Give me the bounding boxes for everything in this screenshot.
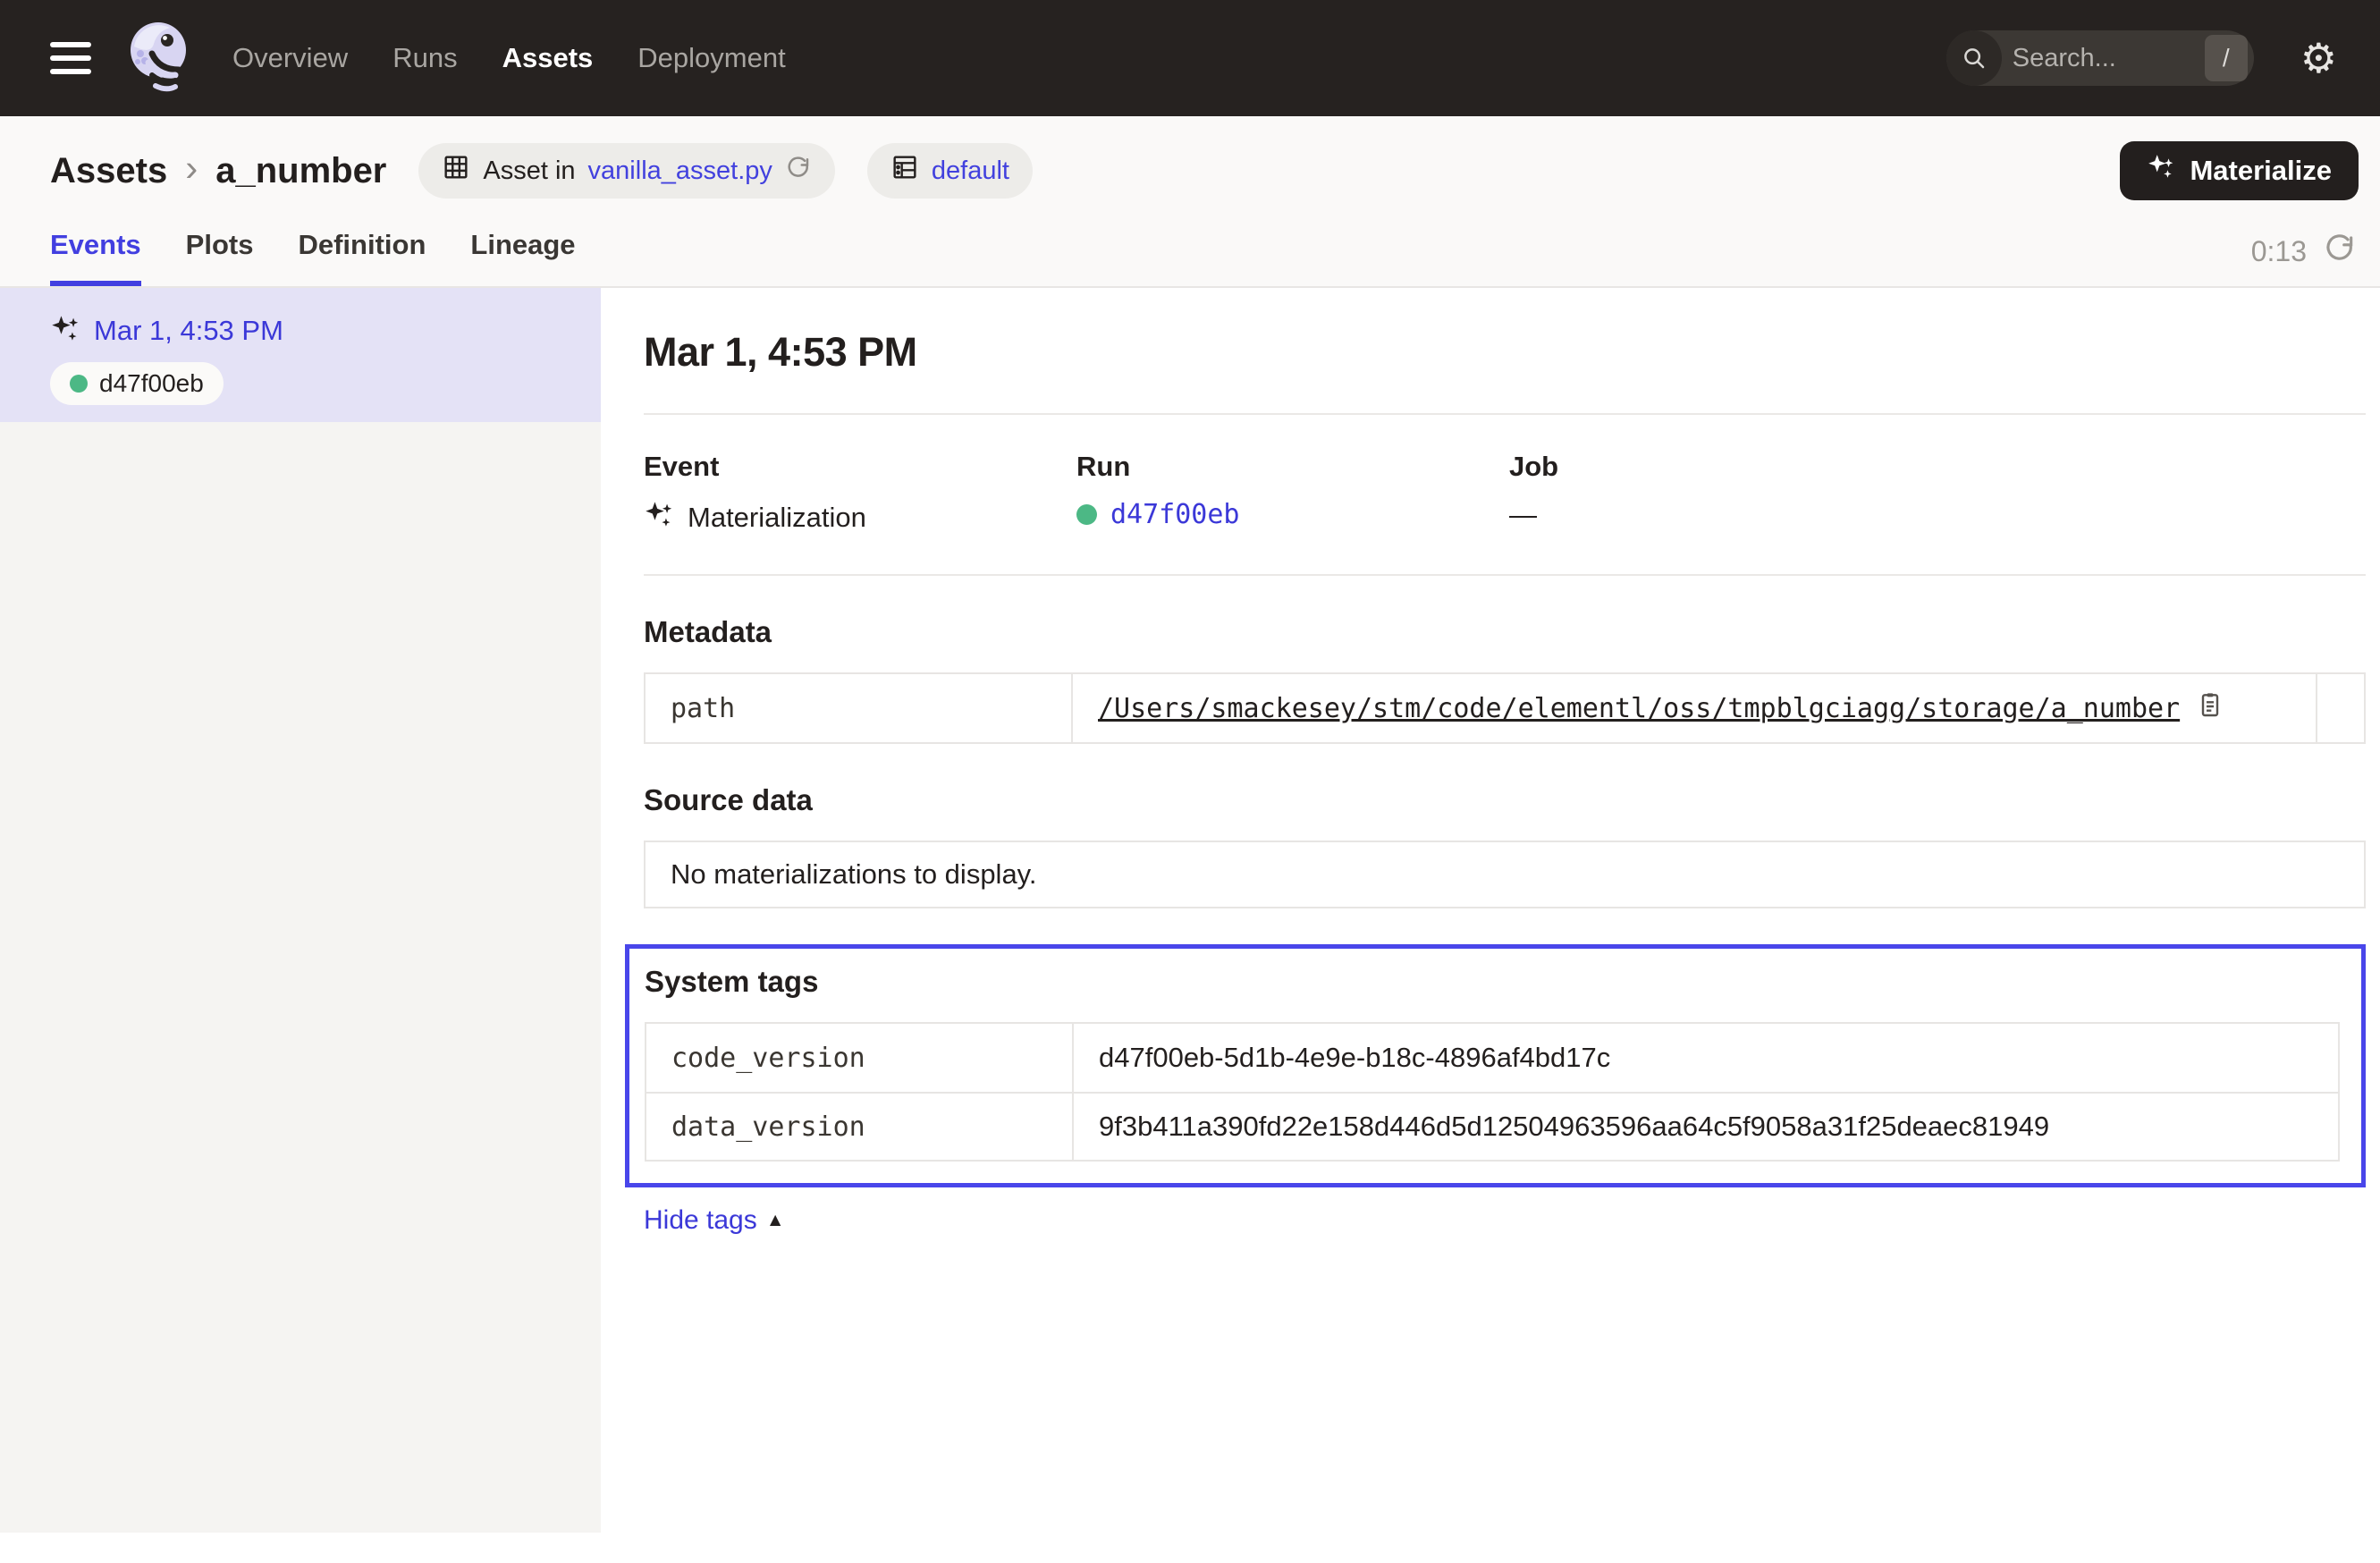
run-status-dot: [1076, 504, 1097, 525]
reload-code-location-icon[interactable]: [785, 154, 812, 188]
top-nav: Overview Runs Assets Deployment / ⚙: [0, 0, 2380, 116]
materialize-button[interactable]: Materialize: [2120, 141, 2359, 200]
metadata-key: path: [646, 674, 1073, 742]
tab-lineage[interactable]: Lineage: [470, 229, 575, 286]
system-tags-highlighted-section: System tags code_version d47f00eb-5d1b-4…: [625, 944, 2366, 1187]
materialize-label: Materialize: [2190, 155, 2332, 187]
hide-tags-label: Hide tags: [644, 1205, 757, 1236]
group-grid-icon: [890, 153, 919, 189]
metadata-path-link[interactable]: /Users/smackesey/stm/code/elementl/oss/t…: [1098, 693, 2180, 724]
asset-grid-icon: [442, 153, 470, 189]
nav-item-assets[interactable]: Assets: [502, 42, 594, 74]
group-badge[interactable]: default: [867, 143, 1033, 199]
hamburger-menu-button[interactable]: [50, 42, 91, 74]
metadata-heading: Metadata: [644, 615, 2366, 649]
job-empty-value: —: [1509, 499, 1537, 531]
caret-up-icon: ▲: [766, 1210, 785, 1231]
system-tags-table: code_version d47f00eb-5d1b-4e9e-b18c-489…: [645, 1022, 2340, 1162]
system-tags-heading: System tags: [645, 965, 2340, 999]
event-detail-panel: Mar 1, 4:53 PM Event Materialization: [601, 288, 2380, 1533]
run-column-label: Run: [1076, 451, 1509, 483]
tab-events[interactable]: Events: [50, 229, 141, 286]
job-column-label: Job: [1509, 451, 1942, 483]
table-row: code_version d47f00eb-5d1b-4e9e-b18c-489…: [646, 1024, 2338, 1092]
page-header: Assets › a_number Asset in vanilla_asset…: [0, 116, 2380, 288]
event-type-sparkle-icon: [644, 499, 674, 536]
materialization-sparkle-icon: [50, 313, 80, 348]
nav-item-deployment[interactable]: Deployment: [637, 42, 785, 74]
chevron-right-icon: ›: [183, 147, 199, 195]
hide-tags-link[interactable]: Hide tags ▲: [644, 1205, 785, 1236]
tabs-bar: Events Plots Definition Lineage 0:13: [0, 202, 2380, 288]
asset-definition-badge[interactable]: Asset in vanilla_asset.py: [418, 143, 835, 199]
event-column-label: Event: [644, 451, 1076, 483]
run-badge-id: d47f00eb: [99, 369, 204, 398]
nav-item-overview[interactable]: Overview: [232, 42, 348, 74]
run-id-link[interactable]: d47f00eb: [1110, 499, 1240, 530]
event-list-item[interactable]: Mar 1, 4:53 PM d47f00eb: [0, 288, 601, 422]
divider: [644, 413, 2366, 415]
asset-file-link[interactable]: vanilla_asset.py: [588, 156, 772, 186]
asset-badge-prefix: Asset in: [483, 156, 575, 186]
tab-plots[interactable]: Plots: [186, 229, 254, 286]
refresh-countdown: 0:13: [2251, 235, 2307, 268]
table-row: path /Users/smackesey/stm/code/elementl/…: [646, 674, 2364, 742]
search-box[interactable]: /: [1946, 30, 2254, 86]
search-input[interactable]: [2002, 44, 2205, 73]
dagster-logo-icon[interactable]: [125, 20, 191, 97]
table-row: data_version 9f3b411a390fd22e158d446d5d1…: [646, 1092, 2338, 1160]
sparkle-icon: [2147, 153, 2175, 189]
system-tag-value: 9f3b411a390fd22e158d446d5d12504963596aa6…: [1099, 1111, 2049, 1143]
events-sidebar: Mar 1, 4:53 PM d47f00eb: [0, 288, 601, 1533]
breadcrumb-assets-link[interactable]: Assets: [50, 151, 167, 191]
system-tag-key: code_version: [646, 1024, 1074, 1092]
copy-icon[interactable]: [2196, 690, 2224, 726]
refresh-icon[interactable]: [2323, 231, 2357, 272]
tab-definition[interactable]: Definition: [298, 229, 426, 286]
metadata-table: path /Users/smackesey/stm/code/elementl/…: [644, 672, 2366, 744]
divider: [644, 574, 2366, 576]
nav-item-runs[interactable]: Runs: [392, 42, 457, 74]
metadata-action-cell: [2316, 674, 2364, 742]
event-timestamp-link[interactable]: Mar 1, 4:53 PM: [94, 315, 283, 347]
source-data-heading: Source data: [644, 783, 2366, 817]
search-icon: [1946, 30, 2002, 86]
group-name-link[interactable]: default: [932, 156, 1009, 186]
nav-links: Overview Runs Assets Deployment: [232, 42, 786, 74]
breadcrumb: Assets › a_number: [50, 147, 386, 195]
settings-gear-icon[interactable]: ⚙: [2300, 38, 2337, 79]
run-status-dot: [70, 375, 88, 393]
event-type-value: Materialization: [688, 502, 866, 534]
system-tag-key: data_version: [646, 1094, 1074, 1160]
run-badge[interactable]: d47f00eb: [50, 362, 224, 405]
source-data-empty-message: No materializations to display.: [644, 841, 2366, 908]
breadcrumb-asset-name: a_number: [215, 151, 386, 191]
event-title: Mar 1, 4:53 PM: [644, 329, 2366, 376]
system-tag-value: d47f00eb-5d1b-4e9e-b18c-4896af4bd17c: [1099, 1042, 1610, 1074]
search-shortcut-badge: /: [2205, 35, 2248, 81]
